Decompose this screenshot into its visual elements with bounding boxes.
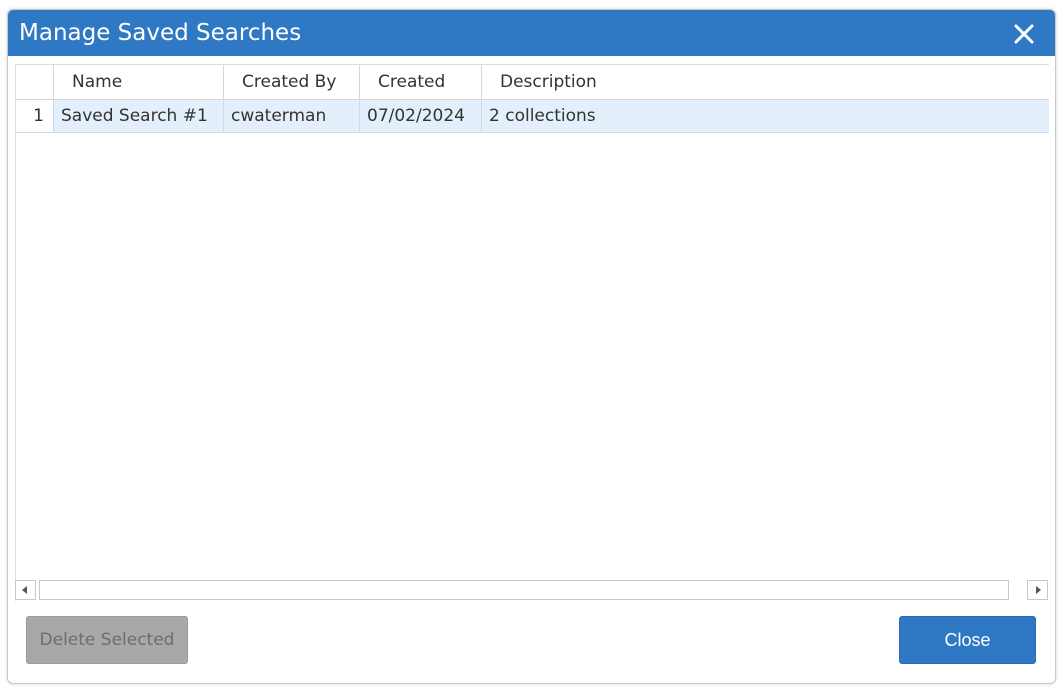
dialog-title: Manage Saved Searches	[19, 20, 302, 46]
cell-created[interactable]: 07/02/2024	[360, 100, 482, 132]
saved-searches-grid: Name Created By Created Description 1 Sa…	[15, 64, 1049, 602]
table-row[interactable]: 1 Saved Search #1 cwaterman 07/02/2024 2…	[16, 100, 1049, 133]
horizontal-scrollbar[interactable]	[15, 580, 1048, 601]
close-icon[interactable]	[1013, 23, 1035, 45]
delete-selected-button[interactable]: Delete Selected	[26, 616, 188, 664]
dialog-titlebar: Manage Saved Searches	[8, 10, 1055, 56]
scrollbar-track[interactable]	[39, 580, 1009, 600]
scroll-right-icon[interactable]	[1027, 580, 1048, 600]
row-number: 1	[16, 100, 54, 132]
close-button[interactable]: Close	[899, 616, 1036, 664]
cell-created-by[interactable]: cwaterman	[224, 100, 360, 132]
scroll-left-icon[interactable]	[15, 580, 36, 600]
cell-description[interactable]: 2 collections	[482, 100, 1049, 132]
manage-saved-searches-dialog: Manage Saved Searches Name Created By Cr…	[7, 9, 1056, 684]
row-number-header	[16, 65, 54, 99]
column-header-created-by[interactable]: Created By	[224, 65, 360, 99]
column-header-description[interactable]: Description	[482, 65, 1049, 99]
column-header-created[interactable]: Created	[360, 65, 482, 99]
grid-header-row: Name Created By Created Description	[16, 65, 1049, 100]
cell-name[interactable]: Saved Search #1	[54, 100, 224, 132]
column-header-name[interactable]: Name	[54, 65, 224, 99]
